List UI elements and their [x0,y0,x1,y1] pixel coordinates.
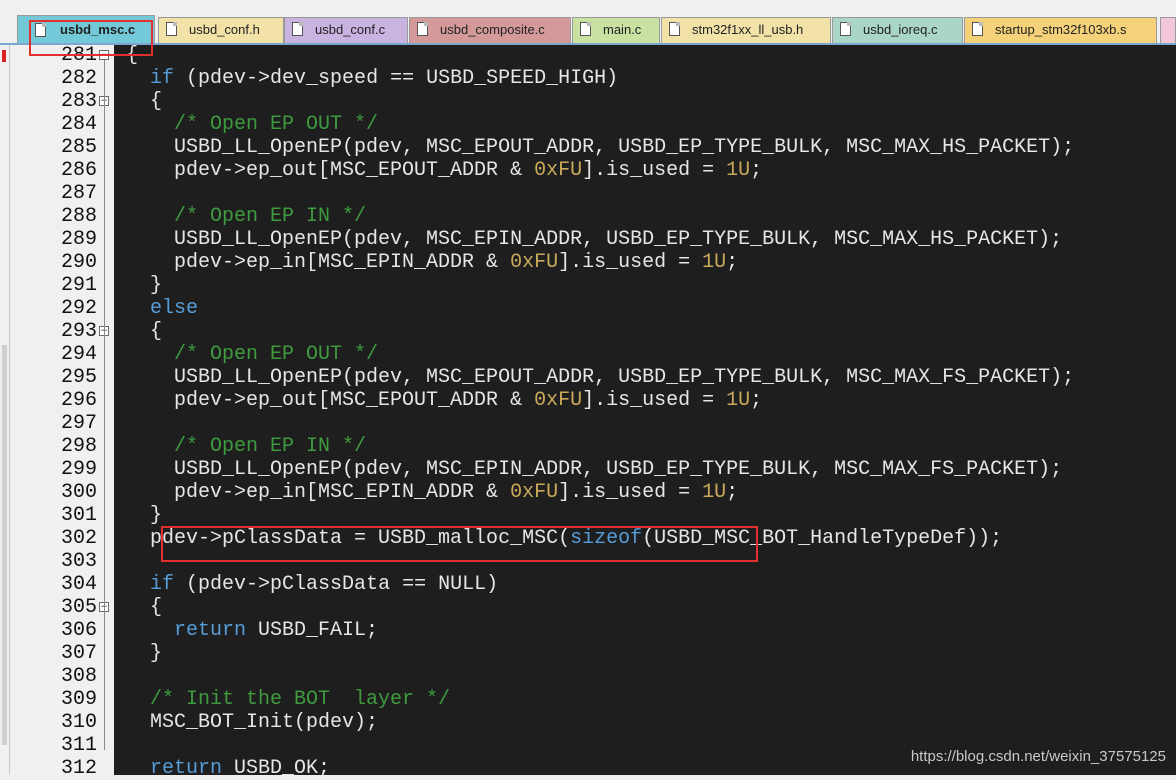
file-icon [580,22,591,36]
file-icon [292,22,303,36]
code-line[interactable]: { [114,596,162,619]
fold-guide-line [104,336,105,520]
code-line[interactable] [114,182,126,205]
code-line[interactable] [114,412,126,435]
tab-usbd-composite-c[interactable]: usbd_composite.c [409,17,571,43]
line-number: 284 [60,113,97,136]
code-line[interactable]: USBD_LL_OpenEP(pdev, MSC_EPIN_ADDR, USBD… [114,458,1062,481]
line-number: 311 [60,734,97,757]
code-line[interactable]: /* Open EP IN */ [114,205,366,228]
line-number: 298 [60,435,97,458]
line-number: 303 [60,550,97,573]
line-number: 290 [60,251,97,274]
code-line[interactable]: if (pdev->pClassData == NULL) [114,573,498,596]
line-number-gutter: 281−282283−28428528628728828929029129229… [10,44,114,780]
active-tab-highlight-box [29,20,153,56]
tab-label: main.c [603,22,642,37]
file-icon [840,22,851,36]
file-icon [669,22,680,36]
line-number: 310 [60,711,97,734]
line-number: 285 [60,136,97,159]
fold-guide-line [104,612,105,658]
code-line[interactable]: { [114,320,162,343]
line-number: 297 [60,412,97,435]
file-tab-bar: usbd_msc.c usbd_conf.h usbd_conf.c usbd_com… [0,0,1176,44]
code-line[interactable]: pdev->ep_out[MSC_EPOUT_ADDR & 0xFU].is_u… [114,389,762,412]
code-line[interactable]: pdev->ep_in[MSC_EPIN_ADDR & 0xFU].is_use… [114,251,738,274]
code-line[interactable]: pdev->ep_in[MSC_EPIN_ADDR & 0xFU].is_use… [114,481,738,504]
code-editor[interactable]: { if (pdev->dev_speed == USBD_SPEED_HIGH… [114,45,1176,775]
code-line[interactable]: if (pdev->dev_speed == USBD_SPEED_HIGH) [114,67,618,90]
code-line[interactable]: USBD_LL_OpenEP(pdev, MSC_EPOUT_ADDR, USB… [114,136,1074,159]
tab-label: startup_stm32f103xb.s [995,22,1127,37]
line-number: 304 [60,573,97,596]
line-number: 306 [60,619,97,642]
code-line[interactable]: USBD_LL_OpenEP(pdev, MSC_EPIN_ADDR, USBD… [114,228,1062,251]
code-line[interactable]: } [114,274,162,297]
line-number: 294 [60,343,97,366]
code-line[interactable]: /* Open EP OUT */ [114,113,378,136]
line-number: 305 [60,596,97,619]
code-line[interactable]: /* Open EP IN */ [114,435,366,458]
line-number: 302 [60,527,97,550]
code-line[interactable]: /* Init the BOT layer */ [114,688,450,711]
tab-label: usbd_composite.c [440,22,545,37]
code-line[interactable] [114,734,126,757]
line-number: 307 [60,642,97,665]
code-line[interactable]: else [114,297,198,320]
tab-usbd-ioreq-c[interactable]: usbd_ioreq.c [832,17,963,43]
code-line[interactable]: return USBD_OK; [114,757,330,775]
code-line[interactable]: } [114,504,162,527]
line-number: 299 [60,458,97,481]
line-number: 300 [60,481,97,504]
line-number: 296 [60,389,97,412]
code-line[interactable]: } [114,642,162,665]
line-number: 309 [60,688,97,711]
line-number: 312 [60,757,97,780]
line-number: 289 [60,228,97,251]
tab-label: usbd_ioreq.c [863,22,938,37]
code-line[interactable] [114,550,126,573]
code-line[interactable]: /* Open EP OUT */ [114,343,378,366]
line-number: 286 [60,159,97,182]
file-icon [166,22,177,36]
line-number: 283 [60,90,97,113]
code-line[interactable]: MSC_BOT_Init(pdev); [114,711,378,734]
line-number: 291 [60,274,97,297]
line-number: 293 [60,320,97,343]
code-line[interactable]: USBD_LL_OpenEP(pdev, MSC_EPOUT_ADDR, USB… [114,366,1074,389]
bookmark-marker [2,50,6,62]
tab-main-c[interactable]: main.c [572,17,660,43]
code-line[interactable]: { [114,90,162,113]
line-number: 292 [60,297,97,320]
tab-stm32f1xx-ll-usb-h[interactable]: stm32f1xx_ll_usb.h [661,17,831,43]
file-icon [972,22,983,36]
file-icon [417,22,428,36]
line-number: 301 [60,504,97,527]
code-line[interactable]: return USBD_FAIL; [114,619,378,642]
line-number: 288 [60,205,97,228]
vertical-scroll-indicator[interactable] [2,345,7,745]
tab-usbd-conf-c[interactable]: usbd_conf.c [284,17,408,43]
tab-label: usbd_conf.h [189,22,260,37]
line-number: 308 [60,665,97,688]
left-margin-bar [0,45,10,775]
line-number: 295 [60,366,97,389]
tab-startup-stm32f103xb-s[interactable]: startup_stm32f103xb.s [964,17,1157,43]
code-line[interactable] [114,665,126,688]
tab-label: usbd_conf.c [315,22,386,37]
code-line[interactable]: pdev->ep_out[MSC_EPOUT_ADDR & 0xFU].is_u… [114,159,762,182]
watermark: https://blog.csdn.net/weixin_37575125 [910,748,1166,765]
line-number: 282 [60,67,97,90]
tab-overflow[interactable] [1160,17,1176,43]
tab-label: stm32f1xx_ll_usb.h [692,22,804,37]
code-highlight-box [161,526,758,562]
fold-guide-line [104,106,105,290]
line-number: 287 [60,182,97,205]
tab-usbd-conf-h[interactable]: usbd_conf.h [158,17,284,43]
